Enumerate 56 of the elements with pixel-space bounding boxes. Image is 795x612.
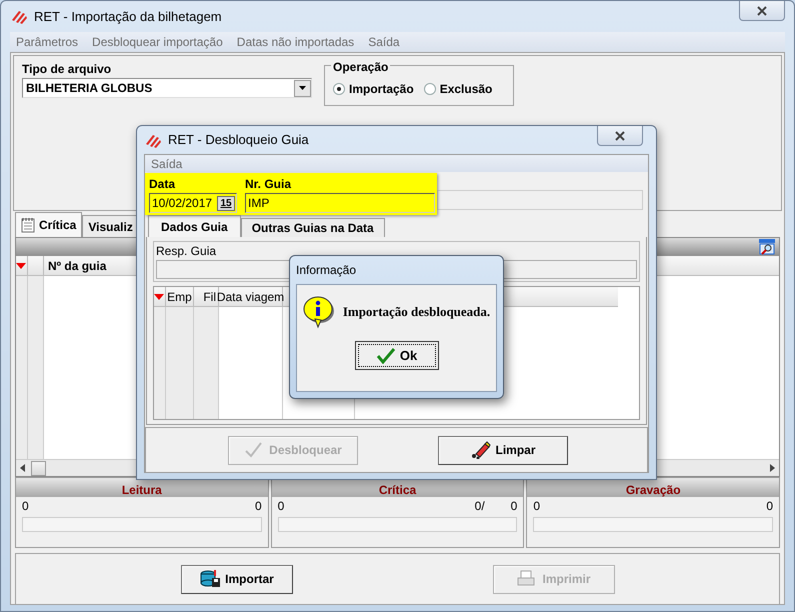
column-header: Data viagem — [219, 287, 283, 306]
counter-value: 0 — [278, 498, 284, 515]
calendar-button[interactable]: 15 — [217, 196, 235, 210]
sort-triangle-icon — [16, 262, 26, 268]
scroll-left-icon — [20, 464, 25, 472]
tab[interactable]: Crítica — [15, 212, 82, 237]
menu-item[interactable]: Desbloquear importação — [92, 33, 223, 51]
column-header: Fil — [194, 287, 219, 306]
field-label: Data — [149, 176, 176, 193]
menu-item[interactable]: Saída — [368, 33, 400, 51]
counter-value: 0 — [22, 498, 29, 515]
grid-search-icon[interactable] — [759, 239, 775, 255]
menu-item[interactable]: Datas não importadas — [236, 33, 354, 51]
info-icon — [302, 295, 335, 329]
menu-item[interactable]: Parâmetros — [16, 33, 78, 51]
counter-value: 0 — [510, 498, 518, 515]
tab[interactable]: Outras Guias na Data — [240, 218, 385, 237]
notepad-icon — [21, 217, 35, 233]
panel-title: Leitura — [16, 478, 268, 497]
button[interactable]: Limpar — [438, 436, 568, 464]
close-icon — [614, 130, 626, 142]
database-icon — [200, 570, 222, 588]
tab[interactable]: Dados Guia — [148, 215, 241, 237]
date-field[interactable]: 10/02/2017 15 — [149, 193, 237, 213]
guide-number-field[interactable]: IMP — [245, 193, 435, 213]
radio-option[interactable]: Importação — [333, 80, 414, 98]
window-title: Informação — [296, 262, 356, 279]
window-title: RET - Desbloqueio Guia — [168, 131, 309, 150]
panel-title: Gravação — [527, 478, 780, 497]
message-text: Importação desbloqueada. — [342, 303, 490, 322]
menu-item[interactable]: Saída — [151, 155, 182, 172]
button: Imprimir — [493, 564, 615, 594]
counter-value: 0 — [254, 498, 262, 515]
counter-value: 0 — [533, 498, 540, 515]
field-label: Nr. Guia — [245, 176, 292, 193]
tab[interactable]: Visualiz — [82, 215, 139, 237]
ok-button[interactable]: Ok — [354, 341, 438, 370]
close-button[interactable] — [739, 1, 785, 21]
file-type-dropdown[interactable]: BILHETERIA GLOBUS — [22, 78, 312, 98]
logo-icon — [10, 8, 28, 25]
close-button[interactable] — [597, 126, 643, 146]
dropdown-arrow-icon — [299, 86, 306, 90]
column-header: Emp — [166, 287, 194, 306]
eraser-icon — [470, 441, 492, 459]
counter-value: 0/ — [474, 498, 485, 515]
check-icon — [376, 347, 396, 364]
button: Desbloquear — [228, 436, 358, 464]
scroll-thumb[interactable] — [31, 460, 46, 476]
counter-value: 0 — [766, 498, 774, 515]
button[interactable]: Importar — [181, 564, 293, 594]
scroll-right-icon — [770, 464, 775, 472]
close-icon — [756, 4, 768, 16]
radio-option[interactable]: Exclusão — [424, 80, 492, 98]
field-label: Tipo de arquivo — [22, 61, 112, 78]
window-title: RET - Importação da bilhetagem — [34, 8, 222, 26]
sort-triangle-icon — [154, 294, 164, 300]
